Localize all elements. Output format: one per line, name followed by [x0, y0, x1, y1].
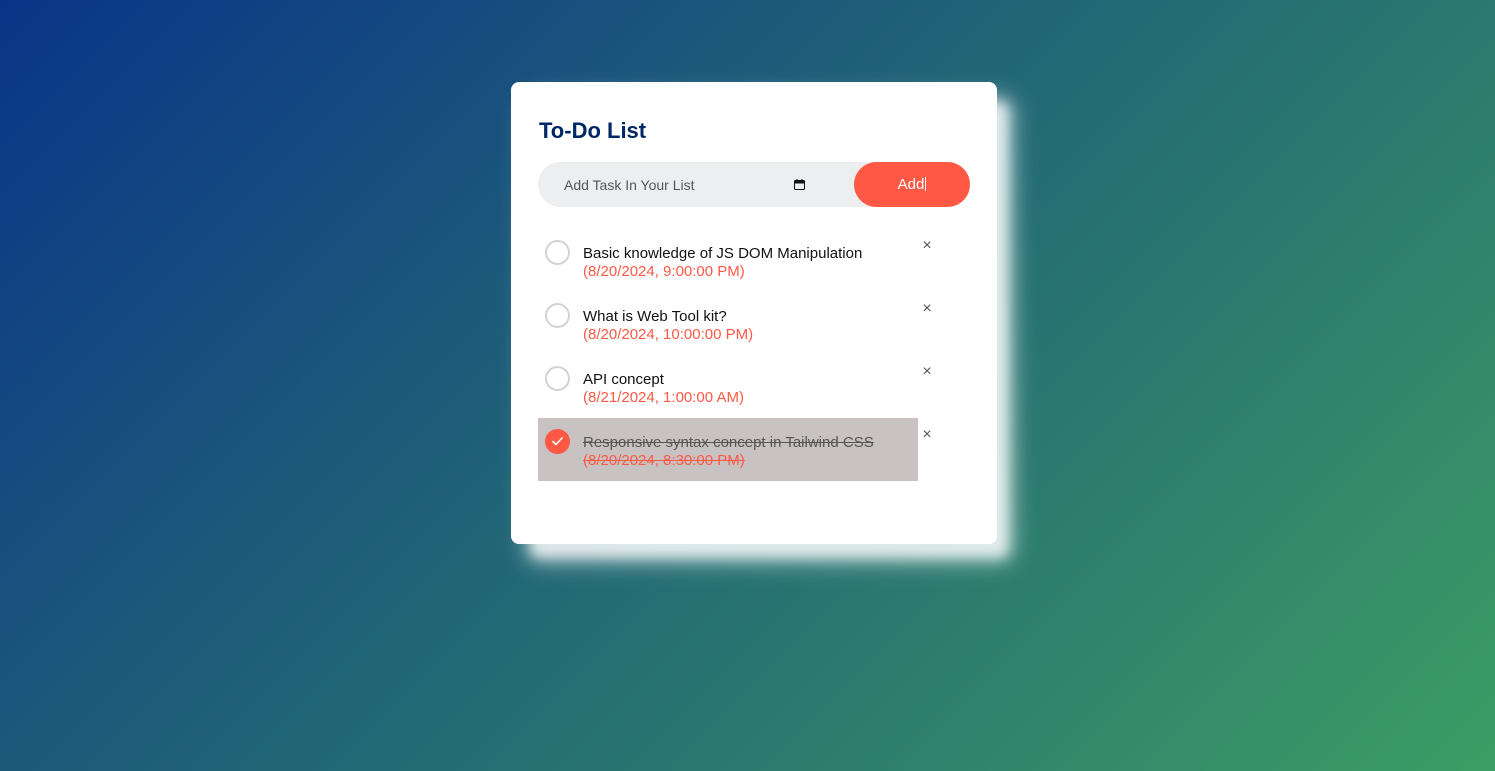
task-input[interactable]: [538, 162, 788, 207]
text-cursor: [925, 177, 927, 191]
checkmark-icon: [552, 437, 563, 446]
task-date: (8/21/2024, 1:00:00 AM): [583, 389, 744, 406]
task-item[interactable]: Basic knowledge of JS DOM Manipulation (…: [538, 229, 932, 292]
task-list: Basic knowledge of JS DOM Manipulation (…: [538, 229, 938, 481]
task-item[interactable]: API concept (8/21/2024, 1:00:00 AM) ×: [538, 355, 932, 418]
task-text: Responsive syntax concept in Tailwind CS…: [583, 434, 874, 451]
task-item-checked[interactable]: Responsive syntax concept in Tailwind CS…: [538, 418, 932, 481]
unchecked-circle-icon[interactable]: [545, 303, 570, 328]
page-title: To-Do List: [539, 118, 647, 143]
task-input-row: Add: [538, 162, 970, 207]
task-date: (8/20/2024, 8:30:00 PM): [583, 452, 745, 469]
close-icon[interactable]: ×: [920, 364, 934, 380]
add-button[interactable]: Add: [854, 162, 970, 207]
unchecked-circle-icon[interactable]: [545, 366, 570, 391]
task-text: What is Web Tool kit?: [583, 308, 727, 325]
task-date: (8/20/2024, 10:00:00 PM): [583, 326, 754, 343]
task-text: API concept: [583, 371, 664, 388]
close-icon[interactable]: ×: [920, 427, 934, 443]
calendar-icon[interactable]: [794, 179, 805, 190]
close-icon[interactable]: ×: [920, 238, 934, 254]
task-text: Basic knowledge of JS DOM Manipulation: [583, 245, 863, 262]
task-date: (8/20/2024, 9:00:00 PM): [583, 263, 745, 280]
close-icon[interactable]: ×: [920, 301, 934, 317]
task-item[interactable]: What is Web Tool kit? (8/20/2024, 10:00:…: [538, 292, 932, 355]
unchecked-circle-icon[interactable]: [545, 240, 570, 265]
checked-circle-icon[interactable]: [545, 429, 570, 454]
todo-card: To-Do List Add Basic knowledge of JS DOM…: [511, 82, 997, 544]
add-button-label: Add: [897, 176, 925, 193]
